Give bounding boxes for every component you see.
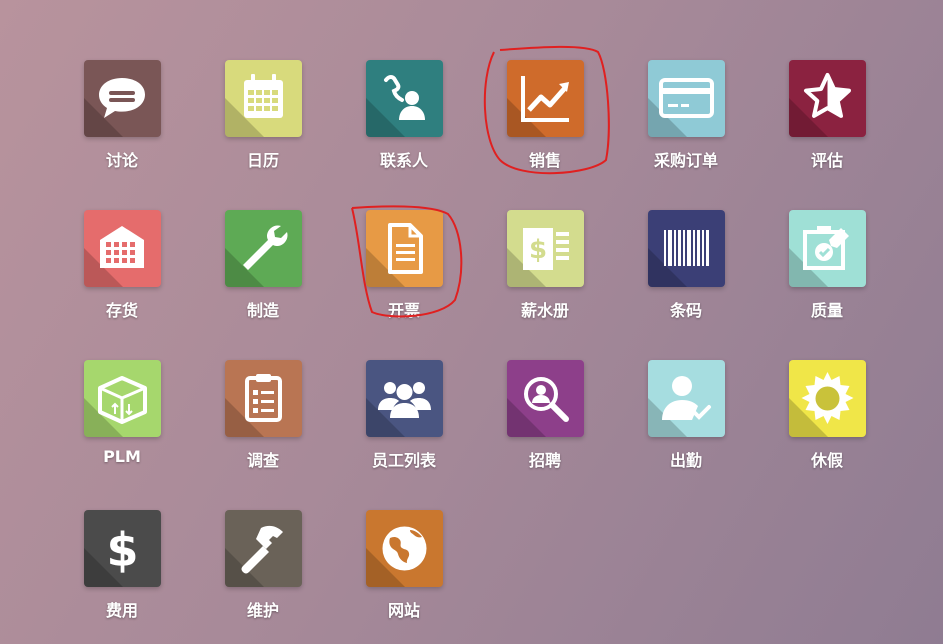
app-leaves[interactable]: 休假 (767, 360, 887, 485)
app-tile[interactable] (224, 360, 302, 437)
app-tile[interactable] (365, 510, 443, 587)
app-label: 员工列表 (371, 451, 436, 470)
app-expenses[interactable]: $ 费用 (62, 510, 182, 635)
app-tile[interactable] (83, 210, 161, 287)
app-tile[interactable] (788, 60, 866, 137)
magnifier-person-icon (523, 377, 569, 422)
app-tile[interactable] (83, 360, 161, 437)
app-tile[interactable] (83, 60, 161, 137)
app-label: 采购订单 (653, 151, 718, 170)
app-maintenance[interactable]: 维护 (203, 510, 323, 635)
app-label: 费用 (105, 601, 138, 620)
app-label: 休假 (810, 451, 843, 470)
app-label: 开票 (387, 301, 420, 320)
app-label: 销售 (528, 151, 561, 170)
app-website[interactable]: 网站 (344, 510, 464, 635)
app-tile[interactable] (365, 210, 443, 287)
app-manufacturing[interactable]: 制造 (203, 210, 323, 335)
app-contacts[interactable]: 联系人 (344, 60, 464, 185)
hammer-icon (241, 525, 283, 574)
payslip-icon: $ (522, 228, 569, 270)
warehouse-icon (99, 226, 144, 268)
app-tile[interactable] (506, 60, 584, 137)
app-label: 质量 (810, 301, 843, 320)
user-check-icon (661, 376, 711, 420)
app-label: 出勤 (669, 451, 702, 470)
app-tile[interactable] (647, 360, 725, 437)
app-tile[interactable]: $ (83, 510, 161, 587)
chat-bubble-icon (98, 78, 145, 118)
app-tile[interactable] (365, 360, 443, 437)
app-recruitment[interactable]: 招聘 (485, 360, 605, 485)
app-label: 评估 (810, 151, 843, 170)
app-plm[interactable]: PLM (62, 360, 182, 485)
app-tile[interactable] (224, 510, 302, 587)
contact-phone-icon (383, 75, 425, 120)
app-label: 日历 (246, 151, 279, 170)
app-label: 薪水册 (520, 301, 569, 320)
app-discuss[interactable]: 讨论 (62, 60, 182, 185)
app-inventory[interactable]: 存货 (62, 210, 182, 335)
app-sales[interactable]: 销售 (485, 60, 605, 185)
app-label: 存货 (105, 301, 138, 320)
document-icon (387, 223, 423, 274)
app-payroll[interactable]: $ 薪水册 (485, 210, 605, 335)
app-tile[interactable] (788, 360, 866, 437)
app-attendance[interactable]: 出勤 (626, 360, 746, 485)
people-icon (377, 382, 431, 418)
svg-text:$: $ (106, 523, 138, 577)
quality-check-icon (802, 226, 849, 270)
wrench-icon (242, 225, 288, 270)
app-purchase[interactable]: 采购订单 (626, 60, 746, 185)
sun-icon (801, 372, 853, 424)
app-quality[interactable]: 质量 (767, 210, 887, 335)
app-tile[interactable] (647, 210, 725, 287)
app-label: 网站 (387, 601, 420, 620)
globe-icon (382, 526, 426, 571)
app-label: 调查 (246, 451, 279, 470)
app-barcode[interactable]: 条码 (626, 210, 746, 335)
credit-card-icon (658, 78, 714, 118)
app-tile[interactable] (788, 210, 866, 287)
app-calendar[interactable]: 日历 (203, 60, 323, 185)
app-tile[interactable] (506, 360, 584, 437)
app-tile[interactable] (224, 210, 302, 287)
app-label: 条码 (669, 301, 702, 320)
app-appraisal[interactable]: 评估 (767, 60, 887, 185)
app-label: 联系人 (379, 151, 428, 170)
dollar-icon: $ (106, 523, 138, 577)
trend-chart-icon (520, 76, 569, 122)
app-tile[interactable] (224, 60, 302, 137)
app-invoicing[interactable]: 开票 (344, 210, 464, 335)
barcode-icon (663, 230, 709, 266)
app-label: 招聘 (528, 451, 561, 470)
calendar-icon (243, 74, 283, 118)
app-label: 制造 (246, 301, 279, 320)
app-employees[interactable]: 员工列表 (344, 360, 464, 485)
app-label: 维护 (246, 601, 279, 620)
app-tile[interactable] (365, 60, 443, 137)
app-survey[interactable]: 调查 (203, 360, 323, 485)
app-tile[interactable] (647, 60, 725, 137)
star-icon (803, 73, 851, 118)
svg-text:$: $ (528, 235, 546, 265)
app-label: 讨论 (105, 151, 138, 170)
box-icon (97, 376, 147, 424)
app-label: PLM (103, 447, 141, 466)
app-tile[interactable]: $ (506, 210, 584, 287)
clipboard-icon (244, 374, 282, 422)
